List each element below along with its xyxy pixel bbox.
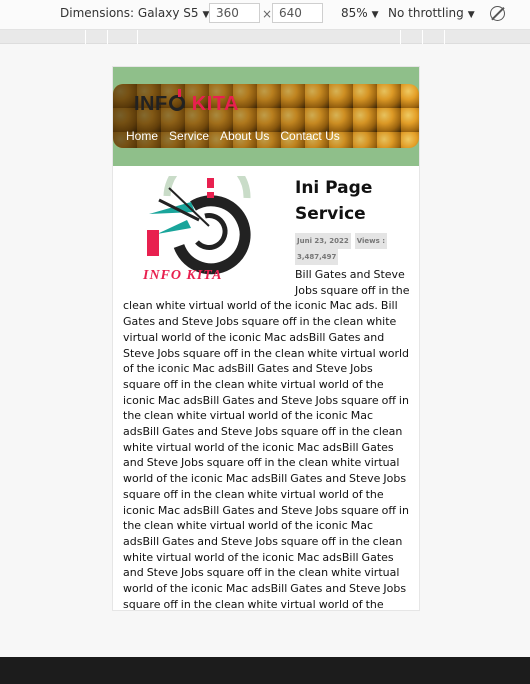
device-viewport: INF KITA Home Service About Us Contact U… — [113, 67, 419, 610]
rotate-icon[interactable] — [490, 6, 505, 21]
nav-home[interactable]: Home — [126, 129, 158, 143]
throttling-label: No throttling — [388, 6, 464, 20]
zoom-label: 85% — [341, 6, 368, 20]
post-body: Bill Gates and Steve Jobs square off in … — [123, 268, 410, 610]
zoom-dropdown[interactable]: 85% ▼ — [341, 6, 379, 20]
header-banner: INF KITA Home Service About Us Contact U… — [113, 84, 419, 148]
dimensions-dropdown[interactable]: Dimensions: Galaxy S5 ▼ — [60, 6, 209, 20]
width-input[interactable]: 360 — [209, 3, 260, 23]
site-header: INF KITA Home Service About Us Contact U… — [113, 67, 419, 166]
chevron-down-icon: ▼ — [467, 10, 475, 20]
views-label: Views : — [354, 233, 388, 249]
height-input[interactable]: 640 — [272, 3, 323, 23]
times-symbol: × — [262, 7, 273, 21]
devtools-device-toolbar: Dimensions: Galaxy S5 ▼ 360 × 640 85% ▼ No… — [0, 0, 530, 30]
info-kita-logo-image: INFO KITA — [142, 153, 251, 283]
site-logo[interactable]: INF KITA — [134, 89, 239, 116]
nav-contact-us[interactable]: Contact Us — [280, 129, 339, 143]
taskbar-strip — [0, 657, 530, 684]
post-card: INFO KITA Ini Page Service Juni 23, 2022… — [113, 153, 419, 610]
main-nav: Home Service About Us Contact Us — [126, 129, 340, 143]
post-thumbnail: INFO KITA — [129, 153, 287, 284]
nav-about-us[interactable]: About Us — [220, 129, 269, 143]
post-date: Juni 23, 2022 — [295, 233, 351, 249]
views-count: 3,487,497 — [295, 249, 339, 265]
nav-service[interactable]: Service — [169, 129, 209, 143]
chevron-down-icon: ▼ — [371, 10, 379, 20]
media-query-ruler — [0, 30, 530, 44]
dimensions-label: Dimensions: Galaxy S5 — [60, 6, 199, 20]
throttling-dropdown[interactable]: No throttling ▼ — [388, 6, 475, 20]
thumb-caption: INFO KITA — [142, 268, 222, 283]
logo-text-info: INF — [134, 93, 168, 115]
logo-o-icon — [168, 89, 185, 111]
logo-text-kita: KITA — [191, 93, 239, 115]
